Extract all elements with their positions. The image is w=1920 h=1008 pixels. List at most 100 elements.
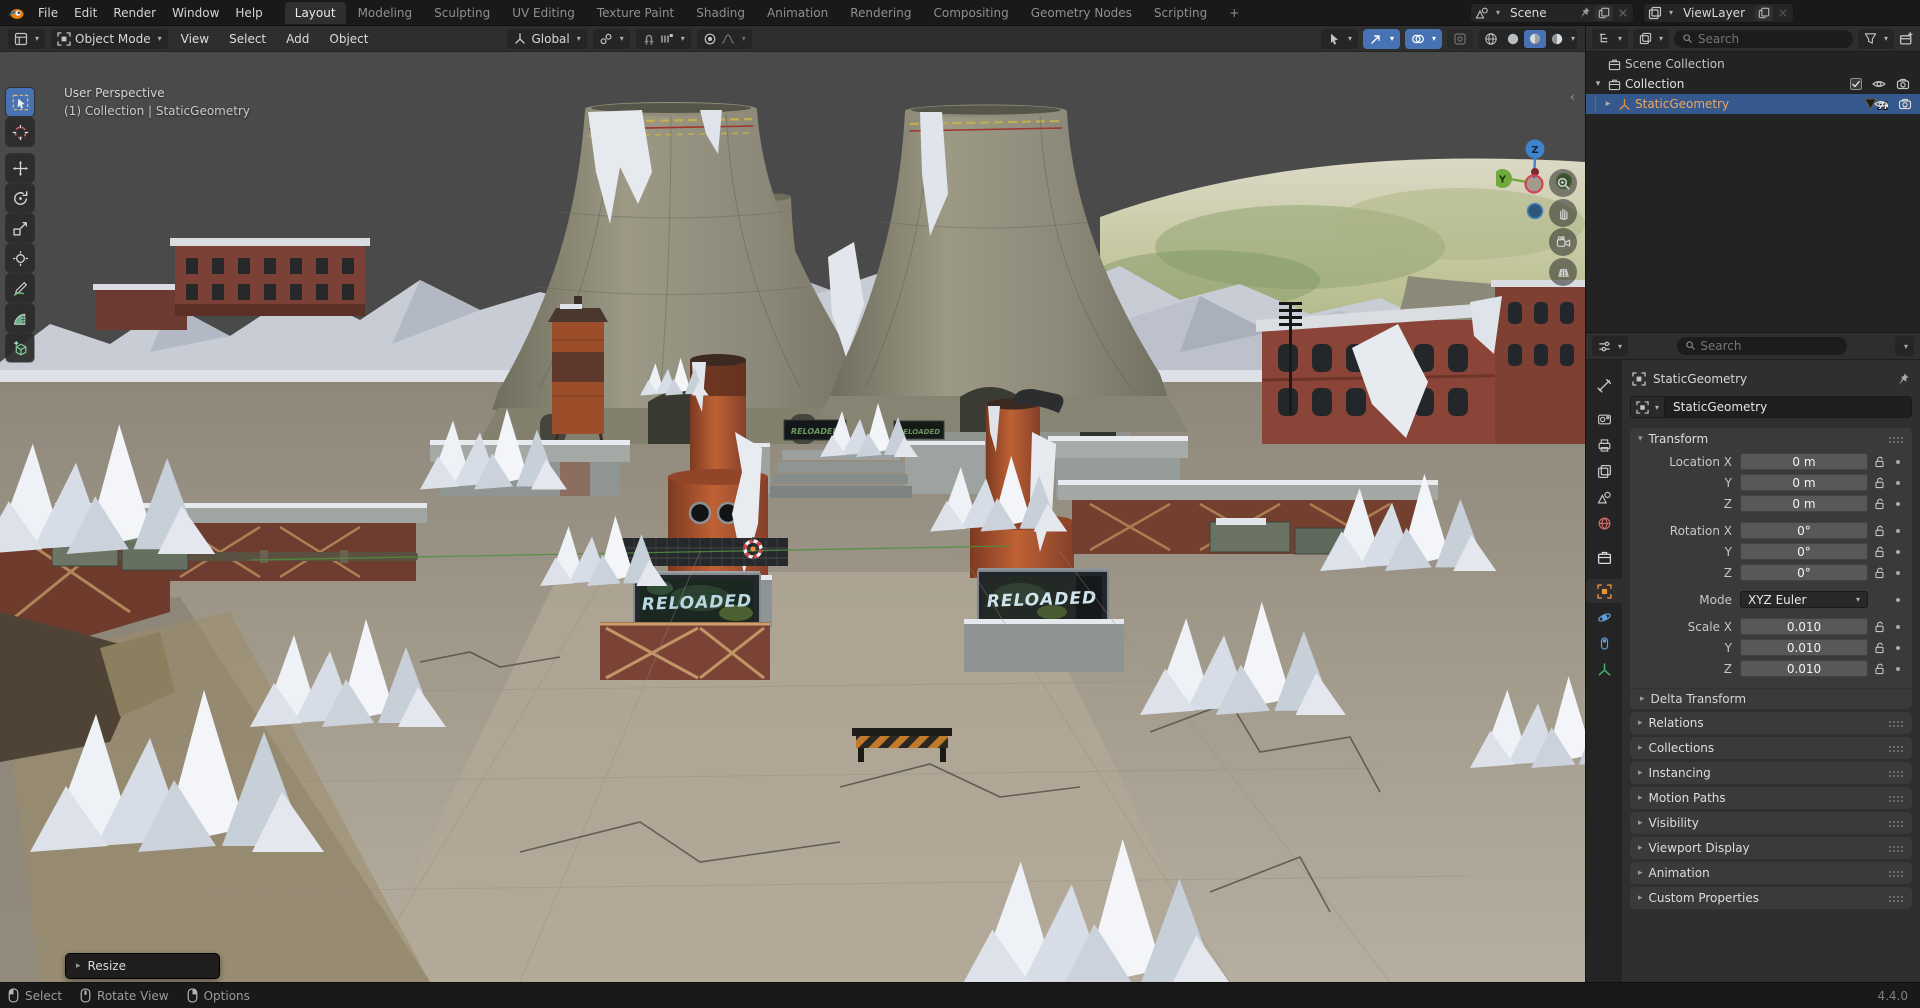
blender-logo-icon[interactable] [6,3,26,23]
tab-collection[interactable] [1586,545,1622,569]
tab-physics[interactable] [1586,605,1622,629]
outliner-search-input[interactable] [1698,32,1845,46]
keyframe-dot[interactable] [1890,667,1906,671]
transform-panel-header[interactable]: ▾ Transform [1630,428,1912,450]
lock-icon[interactable] [1868,566,1890,579]
pivot-point-dropdown[interactable]: ▾ [593,29,630,49]
lock-icon[interactable] [1868,455,1890,468]
snap-magnet-icon[interactable] [642,32,656,46]
proportional-editing-controls[interactable]: ▾ [697,29,752,49]
panel-grip[interactable] [1888,795,1904,802]
snap-controls[interactable]: ▾ [636,29,691,49]
properties-search[interactable] [1677,337,1847,355]
keyframe-dot[interactable] [1890,625,1906,629]
keyframe-dot[interactable] [1890,598,1906,602]
keyframe-dot[interactable] [1890,646,1906,650]
disable-render-camera-icon[interactable] [1896,77,1910,91]
tool-cursor[interactable] [6,118,34,146]
keyframe-dot[interactable] [1890,550,1906,554]
lock-icon[interactable] [1868,641,1890,654]
tab-rendering[interactable]: Rendering [840,2,921,24]
panel-grip[interactable] [1888,845,1904,852]
panel-grip[interactable] [1888,745,1904,752]
tab-uv-editing[interactable]: UV Editing [502,2,585,24]
perspective-toggle-button[interactable] [1549,258,1577,286]
id-type-dropdown[interactable]: ▾ [1630,396,1664,418]
tool-select-box[interactable] [6,88,34,116]
gizmo-z-label[interactable]: Z [1531,145,1538,156]
tab-animation[interactable]: Animation [757,2,838,24]
sidebar-collapse-arrow[interactable]: ‹ [1570,90,1575,104]
lock-icon[interactable] [1868,545,1890,558]
new-collection-icon[interactable] [1899,31,1914,46]
properties-editor-type-button[interactable]: ▾ [1592,336,1628,356]
rotation-mode-dropdown[interactable]: XYZ Euler ▾ [1740,591,1868,608]
panel-instancing[interactable]: ▸Instancing [1630,762,1912,784]
panel-relations[interactable]: ▸Relations [1630,712,1912,734]
properties-search-input[interactable] [1700,339,1838,353]
tab-layout[interactable]: Layout [285,2,346,24]
location-z-field[interactable]: 0 m [1740,495,1868,512]
pin-icon[interactable] [1896,372,1910,386]
operator-panel-resize[interactable]: ▸ Resize [65,953,220,979]
panel-delta-transform[interactable]: ▸ Delta Transform [1630,688,1912,709]
hide-eye-icon[interactable] [1872,77,1886,91]
scale-x-field[interactable]: 0.010 [1740,618,1868,635]
menu-edit[interactable]: Edit [66,2,105,24]
object-name-input[interactable]: StaticGeometry [1664,396,1912,418]
keyframe-dot[interactable] [1890,571,1906,575]
lock-icon[interactable] [1868,620,1890,633]
tab-shading[interactable]: Shading [686,2,755,24]
tab-render[interactable] [1586,407,1622,431]
menu-render[interactable]: Render [105,2,164,24]
viewlayer-selector[interactable]: ▾ ViewLayer [1643,3,1794,23]
object-name-field[interactable]: ▾ StaticGeometry [1630,396,1912,418]
panel-motion-paths[interactable]: ▸Motion Paths [1630,787,1912,809]
tab-constraints[interactable] [1586,631,1622,655]
mode-dropdown[interactable]: Object Mode ▾ [51,29,168,49]
tool-rotate[interactable] [6,184,34,212]
shading-wireframe-button[interactable] [1480,30,1502,48]
lock-icon[interactable] [1868,524,1890,537]
tool-scale[interactable] [6,214,34,242]
panel-grip[interactable] [1888,436,1904,443]
new-scene-button[interactable] [1595,5,1613,21]
tab-texture-paint[interactable]: Texture Paint [587,2,684,24]
tool-transform[interactable] [6,244,34,272]
location-x-field[interactable]: 0 m [1740,453,1868,470]
properties-options-dropdown[interactable]: ▾ [1895,336,1914,356]
tab-scene[interactable] [1586,485,1622,509]
expand-caret[interactable]: ▾ [1592,79,1604,89]
panel-grip[interactable] [1888,870,1904,877]
outliner-row-staticgeometry[interactable]: │ ▸ StaticGeometry 7K7K [1586,94,1920,114]
collection-checkbox[interactable] [1850,78,1862,90]
tab-object-data[interactable] [1586,657,1622,681]
keyframe-dot[interactable] [1890,529,1906,533]
show-gizmos-toggle[interactable]: ▾ [1363,29,1400,49]
panel-viewport-display[interactable]: ▸Viewport Display [1630,837,1912,859]
tab-tool[interactable] [1586,373,1622,397]
menu-add[interactable]: Add [279,29,316,49]
menu-object[interactable]: Object [322,29,375,49]
expand-caret[interactable]: ▸ [1602,99,1614,109]
viewport-3d[interactable]: RELOADED RELOADED [0,52,1585,982]
proportional-editing-icon[interactable] [703,32,717,46]
menu-window[interactable]: Window [164,2,227,24]
outliner-row-collection[interactable]: ▾ Collection [1586,74,1920,94]
unlink-scene-button[interactable] [1617,7,1629,19]
outliner-search[interactable] [1674,30,1853,48]
panel-grip[interactable] [1888,895,1904,902]
tool-annotate[interactable] [6,274,34,302]
tab-view-layer[interactable] [1586,459,1622,483]
tool-measure[interactable] [6,304,34,332]
keyframe-dot[interactable] [1890,460,1906,464]
menu-help[interactable]: Help [227,2,270,24]
tab-modeling[interactable]: Modeling [348,2,423,24]
shading-rendered-button[interactable] [1546,30,1568,48]
scale-y-field[interactable]: 0.010 [1740,639,1868,656]
panel-visibility[interactable]: ▸Visibility [1630,812,1912,834]
keyframe-dot[interactable] [1890,481,1906,485]
tab-geometry-nodes[interactable]: Geometry Nodes [1021,2,1142,24]
outliner-row-scene-collection[interactable]: Scene Collection [1586,54,1920,74]
xray-toggle[interactable] [1447,29,1473,49]
